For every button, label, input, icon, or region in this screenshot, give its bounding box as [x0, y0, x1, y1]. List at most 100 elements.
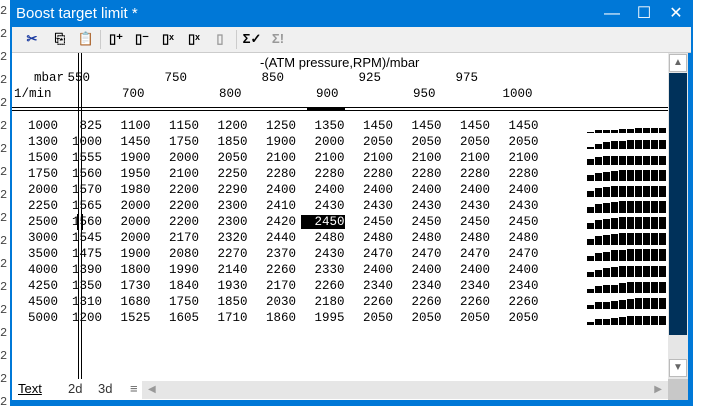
- tab-text[interactable]: Text: [18, 381, 42, 396]
- table-cell[interactable]: 2400: [398, 183, 441, 197]
- row-header[interactable]: 3000: [14, 231, 58, 245]
- table-cell[interactable]: 1545: [58, 231, 102, 245]
- table-cell[interactable]: 2400: [301, 183, 344, 197]
- column-header[interactable]: 900: [295, 87, 339, 101]
- close-button[interactable]: ✕: [662, 2, 690, 26]
- fill-icon[interactable]: ▯ˣ: [158, 30, 178, 48]
- table-cell[interactable]: 1980: [107, 183, 150, 197]
- table-cell[interactable]: 1475: [58, 247, 102, 261]
- table-cell[interactable]: 2100: [349, 151, 393, 165]
- table-cell[interactable]: 1310: [58, 295, 102, 309]
- table-cell[interactable]: 2280: [398, 167, 441, 181]
- row-header[interactable]: 5000: [14, 311, 58, 325]
- table-cell[interactable]: 1840: [155, 279, 199, 293]
- table-cell[interactable]: 2000: [107, 231, 150, 245]
- table-cell[interactable]: 1730: [107, 279, 150, 293]
- table-cell[interactable]: 1860: [252, 311, 296, 325]
- table-cell[interactable]: 825: [58, 119, 102, 133]
- table-cell[interactable]: 1850: [204, 135, 247, 149]
- table-cell[interactable]: 2480: [398, 231, 441, 245]
- table-cell[interactable]: 2050: [204, 151, 247, 165]
- table-cell[interactable]: 2340: [349, 279, 393, 293]
- tab-2d[interactable]: 2d: [68, 381, 82, 396]
- table-cell[interactable]: 1680: [107, 295, 150, 309]
- table-cell[interactable]: 1350: [301, 119, 344, 133]
- table-cell[interactable]: 1450: [446, 119, 490, 133]
- table-cell[interactable]: 2470: [495, 247, 538, 261]
- table-cell[interactable]: 2440: [252, 231, 296, 245]
- column-header[interactable]: 925: [337, 71, 381, 85]
- table-cell[interactable]: 1350: [58, 279, 102, 293]
- table-cell[interactable]: 2450: [495, 215, 538, 229]
- table-cell[interactable]: 1930: [204, 279, 247, 293]
- table-cell[interactable]: 1560: [58, 167, 102, 181]
- table-cell[interactable]: 2100: [301, 151, 344, 165]
- row-header[interactable]: 1750: [14, 167, 58, 181]
- table-cell[interactable]: 2000: [107, 215, 150, 229]
- table-cell[interactable]: 1525: [107, 311, 150, 325]
- table-cell[interactable]: 2430: [446, 199, 490, 213]
- table-cell[interactable]: 2000: [301, 135, 344, 149]
- column-header[interactable]: 950: [392, 87, 436, 101]
- row-header[interactable]: 2500: [14, 215, 58, 229]
- tab-list[interactable]: ≡: [130, 381, 138, 396]
- table-cell[interactable]: 1565: [58, 199, 102, 213]
- table-cell[interactable]: 2140: [204, 263, 247, 277]
- table-cell[interactable]: 1200: [58, 311, 102, 325]
- table-cell[interactable]: 1200: [204, 119, 247, 133]
- table-cell[interactable]: 1450: [398, 119, 441, 133]
- table-cell[interactable]: 2450: [349, 215, 393, 229]
- row-header[interactable]: 4000: [14, 263, 58, 277]
- table-cell[interactable]: 1450: [495, 119, 538, 133]
- table-cell[interactable]: 2080: [155, 247, 199, 261]
- row-header[interactable]: 3500: [14, 247, 58, 261]
- table-cell[interactable]: 1995: [301, 311, 344, 325]
- row-header[interactable]: 4250: [14, 279, 58, 293]
- row-header[interactable]: 1500: [14, 151, 58, 165]
- table-cell[interactable]: 1450: [107, 135, 150, 149]
- table-cell[interactable]: 2180: [301, 295, 344, 309]
- table-cell[interactable]: 2400: [495, 183, 538, 197]
- vertical-scrollbar[interactable]: ▲ ▼: [668, 53, 688, 379]
- table-cell[interactable]: 2300: [204, 215, 247, 229]
- row-header[interactable]: 1000: [14, 119, 58, 133]
- table-cell[interactable]: 2340: [446, 279, 490, 293]
- table-cell[interactable]: 2260: [398, 295, 441, 309]
- table-cell[interactable]: 2260: [495, 295, 538, 309]
- table-cell[interactable]: 1000: [58, 135, 102, 149]
- table-cell[interactable]: 2100: [398, 151, 441, 165]
- row-header[interactable]: 2250: [14, 199, 58, 213]
- table-cell[interactable]: 2260: [301, 279, 344, 293]
- table-cell[interactable]: 1750: [155, 135, 199, 149]
- table-cell[interactable]: 1605: [155, 311, 199, 325]
- table-cell[interactable]: 2050: [495, 311, 538, 325]
- table-cell[interactable]: 2000: [107, 199, 150, 213]
- table-cell[interactable]: 2320: [204, 231, 247, 245]
- row-header[interactable]: 4500: [14, 295, 58, 309]
- table-cell[interactable]: 2100: [252, 151, 296, 165]
- table-cell[interactable]: 2450: [300, 215, 345, 229]
- table-cell[interactable]: 2050: [446, 311, 490, 325]
- table-cell[interactable]: 2470: [446, 247, 490, 261]
- table-cell[interactable]: 1100: [107, 119, 150, 133]
- table-cell[interactable]: 2170: [155, 231, 199, 245]
- table-cell[interactable]: 2400: [495, 263, 538, 277]
- table-cell[interactable]: 2050: [495, 135, 538, 149]
- table-cell[interactable]: 2470: [349, 247, 393, 261]
- interpolate-icon[interactable]: ▯: [210, 30, 230, 48]
- table-cell[interactable]: 2280: [301, 167, 344, 181]
- table-cell[interactable]: 1390: [58, 263, 102, 277]
- table-cell[interactable]: 2100: [155, 167, 199, 181]
- table-cell[interactable]: 1750: [155, 295, 199, 309]
- column-header[interactable]: 850: [240, 71, 284, 85]
- maximize-button[interactable]: ☐: [630, 2, 658, 26]
- table-cell[interactable]: 2400: [252, 183, 296, 197]
- table-cell[interactable]: 2480: [349, 231, 393, 245]
- table-cell[interactable]: 1900: [107, 151, 150, 165]
- table-cell[interactable]: 2200: [155, 199, 199, 213]
- table-cell[interactable]: 2400: [446, 263, 490, 277]
- table-cell[interactable]: 1990: [155, 263, 199, 277]
- column-header[interactable]: 750: [143, 71, 187, 85]
- table-cell[interactable]: 2260: [349, 295, 393, 309]
- table-cell[interactable]: 2050: [446, 135, 490, 149]
